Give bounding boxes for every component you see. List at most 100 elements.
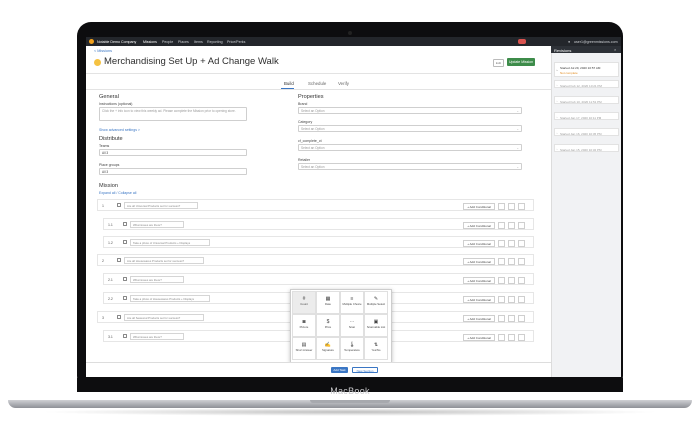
copy-icon[interactable] — [508, 221, 515, 229]
advanced-settings-link[interactable]: Show advanced settings > — [99, 128, 140, 132]
edit-icon[interactable] — [498, 202, 505, 210]
type-count[interactable]: # Count — [292, 291, 316, 314]
mission-row[interactable]: 1.1 What issues are there? + Add Conditi… — [103, 218, 534, 230]
revision-item[interactable]: › Started Jan 17, 2020 10:11 PM — [554, 112, 619, 120]
edit-icon[interactable] — [498, 221, 505, 229]
nav-reporting[interactable]: Reporting — [207, 40, 223, 44]
delete-icon[interactable] — [518, 239, 525, 247]
type-label: Date — [325, 302, 331, 306]
company-switcher[interactable]: Notable Demo Company — [97, 40, 136, 44]
edit-icon[interactable] — [498, 239, 505, 247]
revision-item[interactable]: › Started Feb 12, 2020 10:21 PM — [554, 80, 619, 88]
edit-button[interactable]: Edit — [493, 59, 504, 67]
edit-icon[interactable] — [498, 257, 505, 265]
category-select[interactable]: Select an Option ⌄ — [298, 125, 522, 132]
edit-icon[interactable] — [498, 295, 505, 303]
tab-schedule[interactable]: Schedule — [308, 81, 326, 86]
app-logo-icon[interactable] — [89, 38, 94, 44]
tab-build[interactable]: Build — [284, 81, 294, 86]
type-date[interactable]: ▦ Date — [316, 291, 340, 314]
type-signature[interactable]: ✍ Signature — [316, 337, 340, 360]
add-conditional-button[interactable]: + Add Conditional — [463, 202, 495, 210]
delete-icon[interactable] — [518, 314, 525, 322]
tab-verify[interactable]: Verify — [338, 81, 349, 86]
retailer-select[interactable]: Select an Option ⌄ — [298, 163, 522, 170]
question-input[interactable]: Take a photo of Housewares Products + Di… — [130, 295, 210, 302]
question-input[interactable]: Are all Housewares Products set for succ… — [124, 257, 204, 264]
question-input[interactable]: Take a photo of Universal Products + Dis… — [130, 239, 210, 246]
type-short-answer[interactable]: ▤ Short Answer — [292, 337, 316, 360]
add-conditional-button[interactable]: + Add Conditional — [463, 239, 495, 247]
type-multiple-choice[interactable]: ≡ Multiple Choice — [340, 291, 364, 314]
back-link[interactable]: < Missions — [94, 49, 112, 53]
copy-icon[interactable] — [508, 239, 515, 247]
brand-placeholder: Select an Option — [301, 109, 325, 113]
place-groups-field[interactable]: All 3 — [99, 168, 247, 175]
type-price[interactable]: $ Price — [316, 314, 340, 337]
revision-item[interactable]: › Started Jul 29, 2020 10:57 AM Not comp… — [554, 62, 619, 77]
copy-icon[interactable] — [508, 295, 515, 303]
type-label: Short Answer — [295, 348, 313, 352]
type-temperature[interactable]: 🌡 Temperature — [340, 337, 364, 360]
brand-select[interactable]: Select an Option ⌄ — [298, 107, 522, 114]
revision-item[interactable]: › Started Feb 10, 2020 11:51 PM — [554, 96, 619, 104]
lightbulb-icon — [94, 59, 101, 66]
question-input[interactable]: What issues are there? — [130, 333, 184, 340]
delete-icon[interactable] — [518, 257, 525, 265]
copy-icon[interactable] — [508, 257, 515, 265]
type-scan[interactable]: ⋯ Scan — [340, 314, 364, 337]
laptop-notch — [310, 400, 390, 403]
question-input[interactable]: What issues are there? — [130, 221, 184, 228]
add-conditional-button[interactable]: + Add Conditional — [463, 221, 495, 229]
nav-missions[interactable]: Missions — [143, 40, 157, 44]
question-input[interactable]: What issues are there? — [130, 276, 184, 283]
copy-icon[interactable] — [508, 314, 515, 322]
delete-icon[interactable] — [518, 333, 525, 341]
add-conditional-button[interactable]: + Add Conditional — [463, 314, 495, 322]
delete-icon[interactable] — [518, 295, 525, 303]
teams-field[interactable]: All 3 — [99, 149, 247, 156]
page-title: Merchandising Set Up + Ad Change Walk — [104, 56, 279, 67]
edit-icon[interactable] — [498, 333, 505, 341]
type-scannable-list[interactable]: ▣ Scannable List — [364, 314, 388, 337]
complete-ct-select[interactable]: Select an Option ⌄ — [298, 144, 522, 151]
expand-collapse-link[interactable]: Expand all / Collapse all — [99, 191, 136, 195]
nav-price-perks[interactable]: Price/Perks — [227, 40, 245, 44]
add-task-button[interactable]: Add Task — [331, 367, 348, 373]
nav-items[interactable]: Items — [194, 40, 203, 44]
user-email[interactable]: user1@greenmissions.com — [574, 40, 618, 44]
revision-item[interactable]: › Started Jan 15, 2020 10:32 PM — [554, 144, 619, 152]
mission-row[interactable]: 2 Are all Housewares Products set for su… — [97, 254, 534, 266]
type-multiple-select[interactable]: ✎ Multiple Select — [364, 291, 388, 314]
delete-icon[interactable] — [518, 221, 525, 229]
add-conditional-button[interactable]: + Add Conditional — [463, 295, 495, 303]
delete-icon[interactable] — [518, 276, 525, 284]
close-icon[interactable]: × — [614, 47, 616, 52]
mission-row[interactable]: 2.1 What issues are there? + Add Conditi… — [103, 273, 534, 285]
delete-icon[interactable] — [518, 202, 525, 210]
revision-date: Started Jan 16, 2020 10:45 PM — [560, 131, 602, 136]
copy-icon[interactable] — [508, 276, 515, 284]
copy-icon[interactable] — [508, 202, 515, 210]
instructions-textarea[interactable]: Click the + info icon to view this weekl… — [99, 107, 247, 121]
notification-badge[interactable] — [518, 38, 526, 44]
add-conditional-button[interactable]: + Add Conditional — [463, 257, 495, 265]
nav-people[interactable]: People — [162, 40, 173, 44]
question-input[interactable]: Are all Universal Products set for succe… — [124, 202, 198, 209]
chevron-right-icon: › — [556, 115, 558, 119]
revision-item[interactable]: › Started Jan 16, 2020 10:45 PM — [554, 128, 619, 136]
add-conditional-button[interactable]: + Add Conditional — [463, 333, 495, 341]
mission-row[interactable]: 1.2 Take a photo of Universal Products +… — [103, 236, 534, 248]
edit-icon[interactable] — [498, 314, 505, 322]
user-icon[interactable]: ● — [568, 40, 570, 44]
add-conditional-button[interactable]: + Add Conditional — [463, 276, 495, 284]
mission-row[interactable]: 1 Are all Universal Products set for suc… — [97, 199, 534, 211]
edit-icon[interactable] — [498, 276, 505, 284]
update-mission-button[interactable]: Update Mission — [507, 58, 535, 66]
copy-icon[interactable] — [508, 333, 515, 341]
type-yes-no[interactable]: ⇅ Yes/No — [364, 337, 388, 360]
new-section-button[interactable]: New Section — [352, 367, 378, 373]
type-picture[interactable]: ◙ Picture — [292, 314, 316, 337]
question-input[interactable]: Are all Seasonal Products set for succes… — [124, 314, 204, 321]
nav-places[interactable]: Places — [178, 40, 189, 44]
